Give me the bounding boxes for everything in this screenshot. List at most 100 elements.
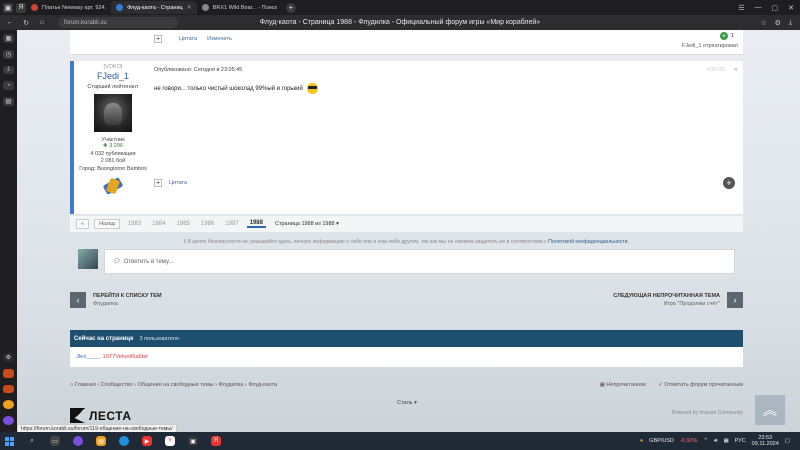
breadcrumb-item[interactable]: Флудилка xyxy=(219,382,244,388)
info-icon: ℹ xyxy=(184,239,186,245)
ticker-symbol[interactable]: GBP/USD xyxy=(649,438,674,444)
prev-page-button[interactable]: Назад xyxy=(94,219,120,229)
sidebar-settings-icon[interactable]: ⚙ xyxy=(3,352,14,362)
bookmarks-icon[interactable]: ☰ xyxy=(738,4,744,12)
clock[interactable]: 23:53 09.11.2024 xyxy=(752,435,779,447)
page-link[interactable]: 1987 xyxy=(222,221,241,227)
ticker-icon: ● xyxy=(639,438,644,444)
footer-logo[interactable]: ЛЕСТА xyxy=(70,408,132,423)
task-view-icon[interactable]: ▭ xyxy=(50,436,60,446)
breadcrumb-item[interactable]: Сообщество xyxy=(101,382,133,388)
reputation-indicator[interactable]: + 1 xyxy=(719,32,734,40)
award-badge-icon xyxy=(101,175,125,199)
ticker-change: -0,92% xyxy=(679,438,698,444)
notifications-icon[interactable]: ▢ xyxy=(785,438,790,444)
sidebar-folder-icon[interactable]: ▤ xyxy=(3,97,14,106)
shop-favicon-icon xyxy=(31,4,38,11)
sidebar-app-icon-1[interactable] xyxy=(3,368,14,378)
sidebar-downloads-icon[interactable]: ⤓ xyxy=(3,65,14,75)
network-icon[interactable]: ▦ xyxy=(723,438,728,444)
close-tab-icon[interactable]: ✕ xyxy=(187,4,192,11)
online-user[interactable]: Jlex____ xyxy=(76,354,99,360)
speaker-icon[interactable]: 🔊︎ xyxy=(714,438,717,445)
browser-sidebar: ▦ ◷ ⤓ ◔ ▤ ⚙ xyxy=(0,30,17,432)
plus-reputation-icon: + xyxy=(719,32,728,40)
online-user[interactable]: 1977VelvetRabbit xyxy=(102,354,147,360)
next-unread-link[interactable]: СЛЕДУЮЩАЯ НЕПРОЧИТАННАЯ ТЕМА Игра "Продо… xyxy=(613,292,743,308)
maximize-icon[interactable]: ▢ xyxy=(772,4,779,12)
clan-tag[interactable]: [VOKO] xyxy=(74,64,152,70)
download-icon[interactable]: ⤓ xyxy=(789,19,792,27)
yandex-app-icon[interactable]: Я xyxy=(211,436,221,446)
lesta-logo-icon xyxy=(70,408,85,423)
minimize-icon[interactable]: — xyxy=(755,4,762,12)
edge-browser-icon[interactable] xyxy=(119,436,129,446)
extensions-icon[interactable]: ⚙ xyxy=(775,19,781,27)
scroll-to-top-button[interactable]: ︽ xyxy=(755,395,785,425)
url-field[interactable]: forum.korabli.su xyxy=(58,17,178,28)
bookmark-star-icon[interactable]: ☆ xyxy=(760,19,766,27)
share-icon[interactable]: ⋖ xyxy=(733,67,738,73)
author-name[interactable]: FJedi_1 xyxy=(74,71,152,81)
powered-by-link[interactable]: Powered by Invision Community xyxy=(672,410,743,416)
author-battles: 2 081 бой xyxy=(100,158,126,164)
quote-link[interactable]: Цитата xyxy=(179,36,197,42)
sidebar-app-icon-2[interactable] xyxy=(3,384,14,394)
breadcrumb-item[interactable]: Флуд-каота xyxy=(248,382,277,388)
home-icon[interactable]: ⌂ xyxy=(36,19,48,26)
back-icon[interactable]: ← xyxy=(4,19,16,26)
post-number[interactable]: #39785 xyxy=(707,67,725,73)
sidebar-apps-icon[interactable]: ▦ xyxy=(3,34,14,43)
page-link[interactable]: 1985 xyxy=(174,221,193,227)
breadcrumb-item[interactable]: Главная xyxy=(75,382,96,388)
breadcrumb-item[interactable]: Общение на свободные темы xyxy=(138,382,214,388)
multiquote-icon[interactable]: + xyxy=(154,35,162,43)
style-selector[interactable]: Стиль ▾ xyxy=(397,400,417,406)
quote-link[interactable]: Цитата xyxy=(169,180,187,186)
tab-search[interactable]: BRX1 Wild Boar... - Поиск xyxy=(197,1,282,14)
browser-tab-bar: ▣ Я Платье Newway арт. 924. Флуд-каота -… xyxy=(0,0,800,15)
file-explorer-icon[interactable]: ▤ xyxy=(96,436,106,446)
forum-favicon-icon xyxy=(116,4,124,11)
page-link[interactable]: 1986 xyxy=(198,221,217,227)
multiquote-icon[interactable]: + xyxy=(154,179,162,187)
author-posts: 4 032 публикации xyxy=(90,150,136,157)
edit-link[interactable]: Изменить xyxy=(207,36,232,42)
avatar[interactable] xyxy=(94,94,132,132)
unread-link[interactable]: ▦ Непрочитанное xyxy=(600,382,646,388)
page-jump-dropdown[interactable]: Страница 1988 из 1988 ▾ xyxy=(275,221,339,227)
post-date: Опубликовано: Сегодня в 23:05:45 xyxy=(154,67,243,73)
tab-forum[interactable]: Флуд-каота - Страниц ✕ xyxy=(111,1,197,14)
page-link[interactable]: 1984 xyxy=(149,221,168,227)
tabs-menu-icon[interactable]: ▣ xyxy=(3,2,13,13)
close-window-icon[interactable]: ✕ xyxy=(788,4,794,12)
double-chevron-up-icon: ︽ xyxy=(763,402,777,418)
reload-icon[interactable]: ↻ xyxy=(20,19,32,27)
app-icon[interactable]: ▶ xyxy=(142,436,152,446)
tab-dress[interactable]: Платье Newway арт. 924. xyxy=(26,1,111,14)
reply-input[interactable]: 💬︎ Ответить в тему... xyxy=(104,249,735,274)
yandex-browser-icon[interactable]: Y xyxy=(165,436,175,446)
mark-read-link[interactable]: ✓ Отметить форум прочитанным xyxy=(658,382,743,388)
alice-app-icon[interactable] xyxy=(73,436,83,446)
search-icon[interactable]: ⌕ xyxy=(27,436,37,446)
start-menu-icon[interactable] xyxy=(5,436,14,446)
sidebar-app-icon-3[interactable] xyxy=(3,400,14,410)
yandex-icon[interactable]: Я xyxy=(16,2,26,13)
language-indicator[interactable]: РУС xyxy=(735,438,746,444)
pagination: « Назад 1983 1984 1985 1986 1987 1988 Ст… xyxy=(70,216,743,232)
first-page-button[interactable]: « xyxy=(76,219,90,229)
online-users-list: Jlex____ , 1977VelvetRabbit xyxy=(70,347,743,367)
current-page[interactable]: 1988 xyxy=(246,220,266,228)
back-to-list-link[interactable]: ‹ ПЕРЕЙТИ К СПИСКУ ТЕМ Флудилка xyxy=(70,292,162,308)
sidebar-alice-icon[interactable] xyxy=(3,416,14,425)
sidebar-clock-icon[interactable]: ◔ xyxy=(3,81,14,91)
new-tab-button[interactable]: + xyxy=(285,2,296,13)
privacy-policy-link[interactable]: Политикой конфиденциальности. xyxy=(548,239,629,245)
app-icon-2[interactable]: ▣ xyxy=(188,436,198,446)
tray-chevron-icon[interactable]: ⌃ xyxy=(703,438,708,444)
add-reaction-icon[interactable]: + xyxy=(723,177,735,189)
sidebar-history-icon[interactable]: ◷ xyxy=(3,49,14,59)
author-rank: Старший лейтенант xyxy=(87,84,139,90)
page-link[interactable]: 1983 xyxy=(125,221,144,227)
